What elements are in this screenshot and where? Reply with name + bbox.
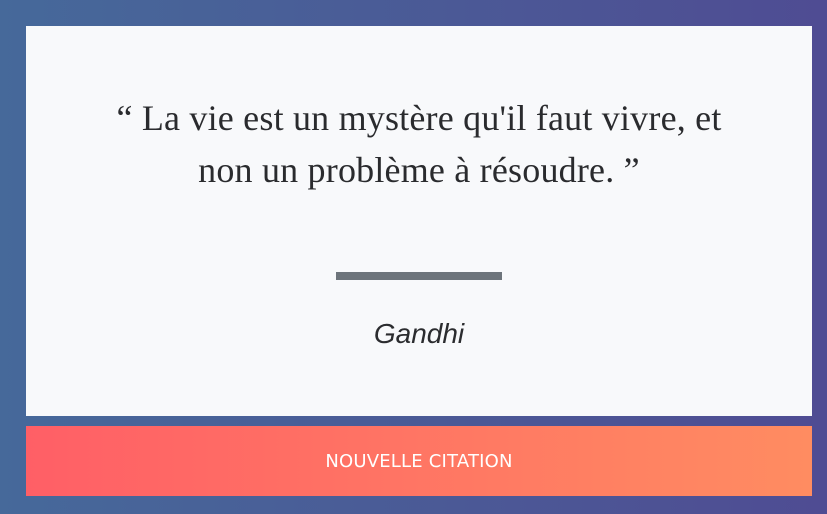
new-quote-button[interactable]: NOUVELLE CITATION xyxy=(26,426,812,496)
closing-quote-mark: ” xyxy=(623,150,640,190)
quote-card: “ La vie est un mystère qu'il faut vivre… xyxy=(26,26,812,416)
quote-text-block: “ La vie est un mystère qu'il faut vivre… xyxy=(86,92,752,196)
opening-quote-mark: “ xyxy=(116,98,133,138)
quote-author: Gandhi xyxy=(373,318,465,349)
quote-divider xyxy=(336,272,502,280)
